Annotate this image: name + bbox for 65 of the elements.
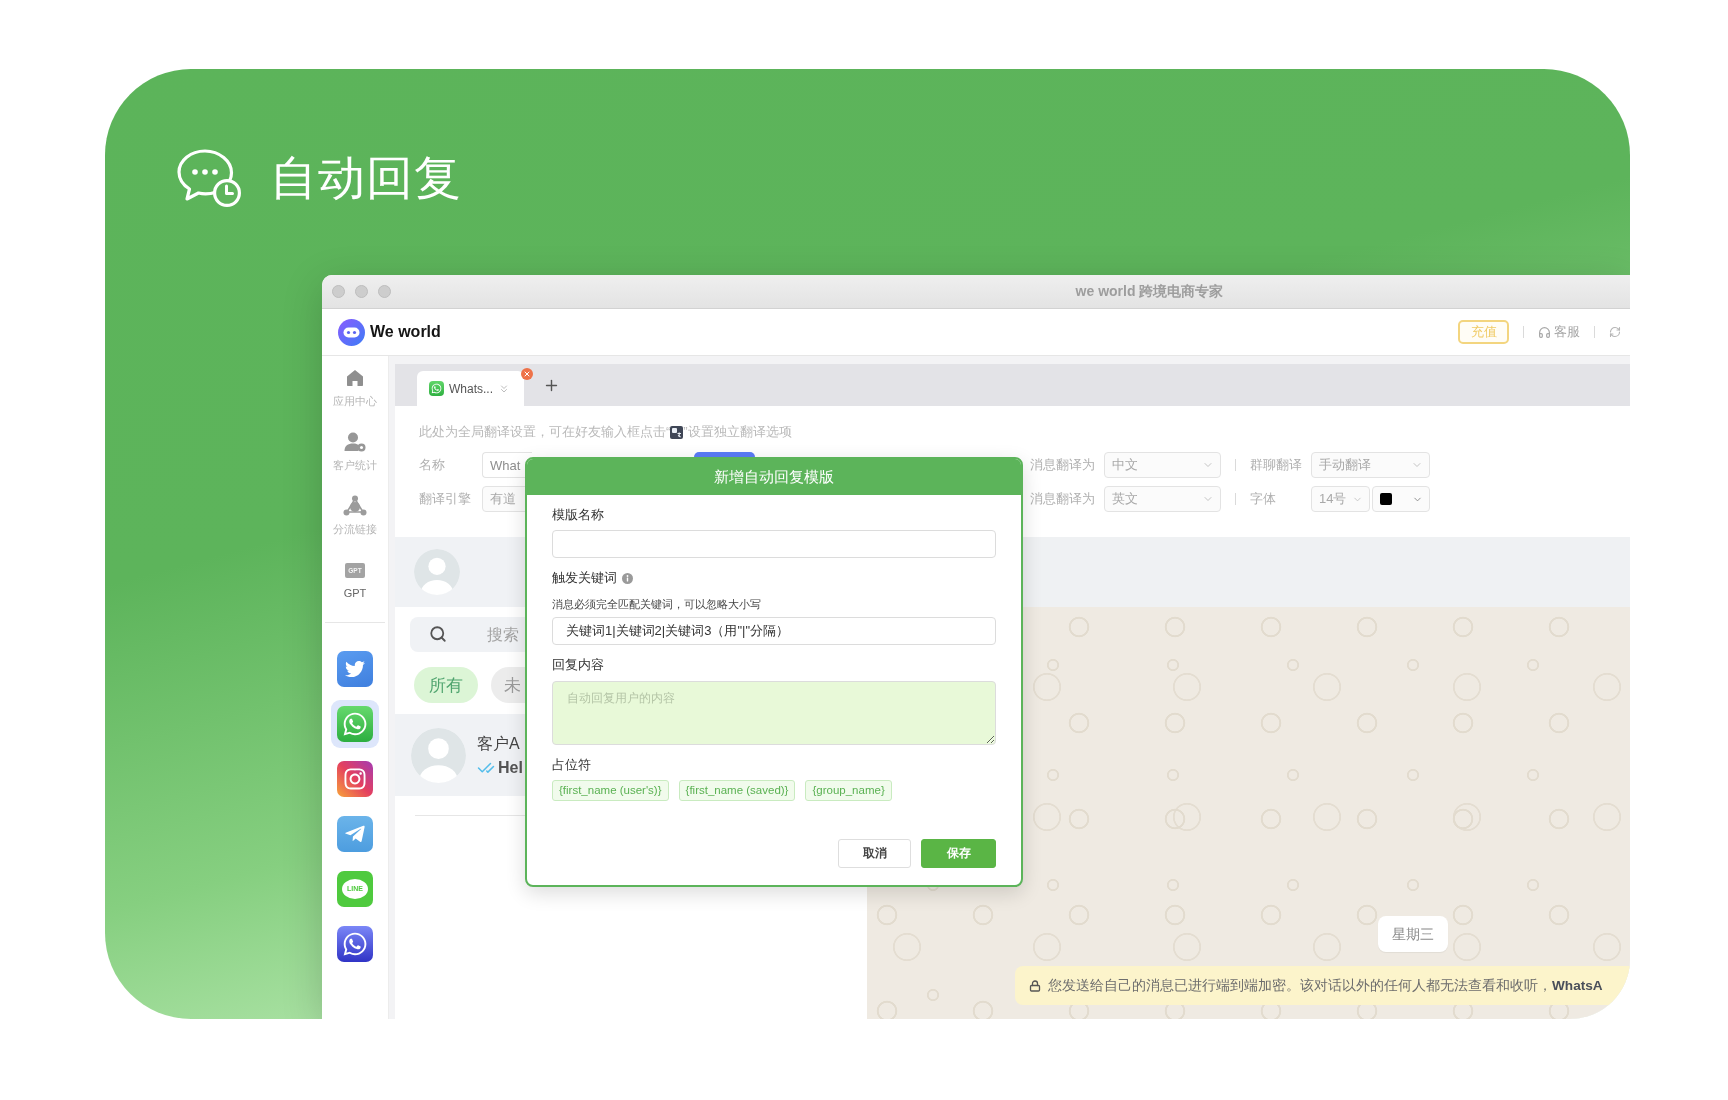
bot-face-icon [338,318,365,346]
hint-text: ”设置独立翻译选项 [683,423,792,441]
input-field[interactable]: 关键词1|关键词2|关键词3（用"|"分隔） [552,617,996,645]
window-zoom-button[interactable] [378,285,391,298]
contact-name: 客户A [477,733,521,754]
phone-bubble-icon [337,706,373,742]
color-select[interactable] [1372,486,1430,512]
field-label: 占位符 [552,756,591,774]
select-field[interactable]: 14号 [1311,486,1370,512]
refresh-icon[interactable] [1609,326,1621,338]
avatar-icon [414,549,460,595]
field-label: 触发关键词 [552,569,617,587]
field-label: 回复内容 [552,656,604,674]
message-preview: Hel [498,758,523,777]
select-field[interactable]: 英文 [1104,486,1221,512]
setting-label: 群聊翻译 [1250,456,1303,474]
close-icon[interactable] [521,368,533,380]
placeholder-tag[interactable]: {first_name (saved)} [678,780,796,801]
brand-name: We world [370,323,441,341]
dialog-title: 新增自动回复模版 [527,459,1021,495]
save-button[interactable]: 保存 [921,839,996,868]
field-label: 模版名称 [552,506,604,524]
cancel-button[interactable]: 取消 [838,839,911,868]
translate-icon [670,425,684,439]
placeholder-tag[interactable]: {first_name (user's)} [552,780,669,801]
hint-text: 此处为全局翻译设置，可在好友输入框点击“ [419,423,671,441]
button-edge [694,452,755,457]
phone-bubble-icon [337,926,373,962]
bird-icon [337,651,373,687]
field-hint: 消息必须完全匹配关键词，可以忽略大小写 [552,597,762,611]
support-link[interactable]: 客服 [1538,323,1580,341]
banner-title: 自动回复 [270,150,462,206]
chevrons-down-icon [498,382,510,395]
filter-chip[interactable]: 所有 [414,667,478,703]
window-close-button[interactable] [332,285,345,298]
network-icon [343,495,367,517]
setting-label: 名称 [419,456,446,474]
placeholder-tag[interactable]: {group_name} [805,780,892,801]
select-field[interactable]: 手动翻译 [1311,452,1430,478]
camera-icon [337,761,373,797]
sidebar-nav-item[interactable]: 应用中心 [325,366,385,430]
search-icon [429,625,447,643]
setting-label: 消息翻译为 [1030,456,1096,474]
chat-clock-icon [176,148,242,208]
headset-icon [1538,325,1551,339]
phone-bubble-icon [429,381,444,396]
setting-label: 消息翻译为 [1030,490,1096,508]
window-minimize-button[interactable] [355,285,368,298]
tab[interactable]: Whats... [417,371,524,406]
input-field[interactable] [552,530,996,558]
select-field[interactable]: 中文 [1104,452,1221,478]
person-icon [344,432,366,452]
setting-label: 字体 [1250,490,1277,508]
paper-plane-icon [337,816,373,852]
input-field[interactable]: What [482,452,532,478]
sidebar-nav-item[interactable]: 客户统计 [325,430,385,494]
setting-label: 翻译引擎 [419,490,472,508]
window-title: we world 跨境电商专家 [1075,282,1224,301]
lock-icon [1029,979,1041,992]
recharge-button[interactable]: 充值 [1458,320,1509,344]
avatar-icon [411,727,466,783]
home-icon [346,369,364,387]
notice-text: 您发送给自己的消息已进行端到端加密。该对话以外的任何人都无法查看和收听，WhatsA [1048,976,1603,995]
date-chip: 星期三 [1378,916,1448,952]
sidebar-nav-item[interactable]: 分流链接 [325,494,385,558]
